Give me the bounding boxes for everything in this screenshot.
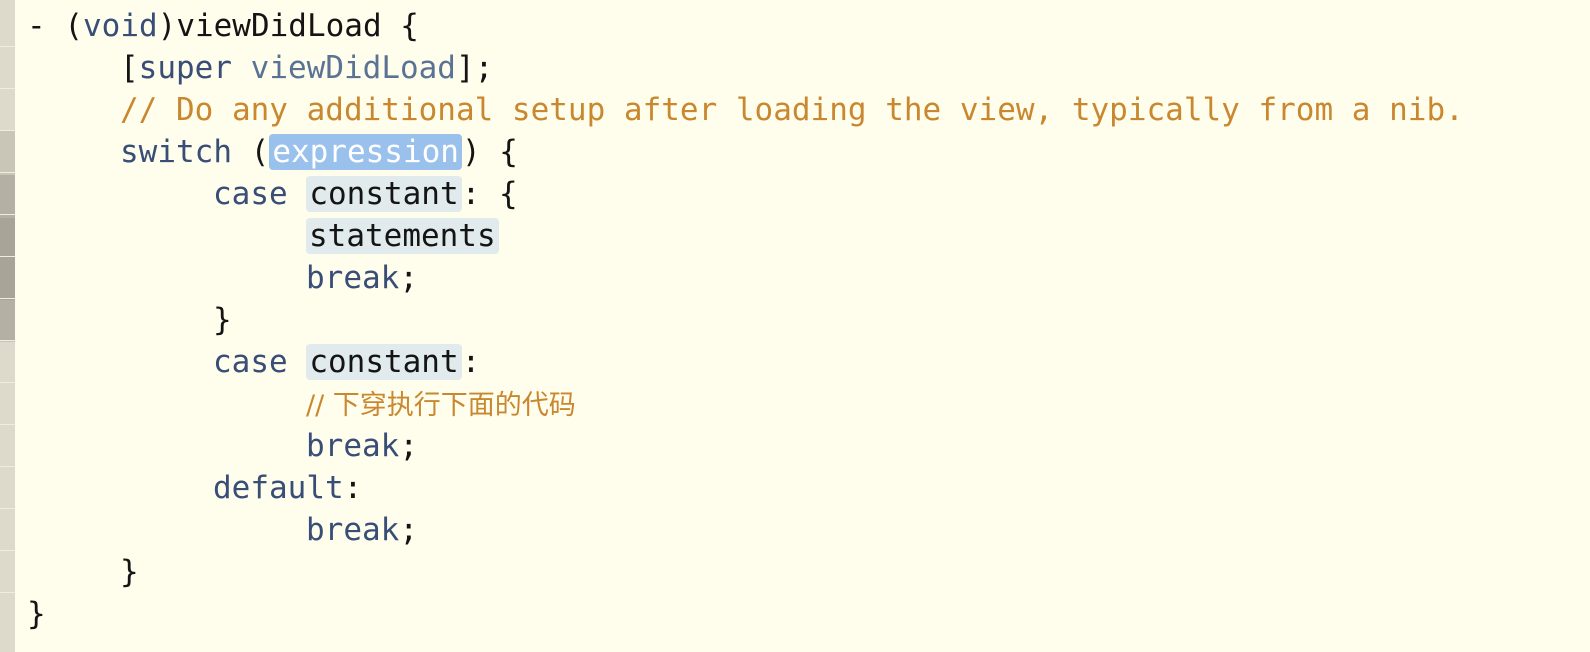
code-line-statements[interactable]: statements [27,215,1590,257]
gutter-line-divider [0,466,15,467]
placeholder-expression-selected[interactable]: expression [269,134,462,170]
break-keyword: break [306,428,400,464]
gutter-line-divider [0,298,15,299]
comment-text: // Do any additional setup after loading… [120,92,1464,128]
code-line-switch-close[interactable]: } [27,551,1590,593]
case-keyword: case [213,344,288,380]
default-keyword: default [213,470,344,506]
case-colon: : [461,344,481,380]
gutter-line-divider [0,214,15,215]
editor-gutter[interactable] [0,0,15,652]
semicolon: ; [399,428,418,464]
method-dash: - ( [27,8,83,44]
gutter-line-divider [0,550,15,551]
code-line-case-2[interactable]: case constant: [27,341,1590,383]
colon: : [343,470,363,506]
code-line-fallthrough-comment[interactable]: // 下穿执行下面的代码 [27,383,1590,425]
break-keyword: break [306,260,400,296]
code-text-area[interactable]: - (void)viewDidLoad { [super viewDidLoad… [27,5,1590,652]
gutter-line-divider [0,340,15,341]
code-editor-window: { "editor": { "theme": { "background": "… [0,0,1590,652]
comment-text: // 下穿执行下面的代码 [306,390,576,421]
code-line-case-1[interactable]: case constant: { [27,173,1590,215]
gutter-line-divider [0,424,15,425]
gutter-line-divider [0,88,15,89]
code-line-break-3[interactable]: break; [27,509,1590,551]
code-fold-ribbon-case-body[interactable] [0,218,15,300]
closing-brace: } [120,554,139,590]
gutter-line-divider [0,508,15,509]
case-colon-brace: : { [461,176,518,212]
paren-close: ) { [461,134,518,170]
code-line-switch[interactable]: switch (expression) { [27,131,1590,173]
gutter-line-divider [0,382,15,383]
gutter-line-divider [0,592,15,593]
case-keyword: case [213,176,288,212]
closing-brace: } [27,596,46,632]
method-call-viewdidload: viewDidLoad [250,50,456,86]
gutter-line-divider [0,46,15,47]
semicolon: ; [399,512,418,548]
placeholder-statements[interactable]: statements [306,218,499,254]
gutter-line-divider [0,256,15,257]
paren-open: ( [231,134,270,170]
code-line-method-close[interactable]: } [27,593,1590,635]
code-line-super-call[interactable]: [super viewDidLoad]; [27,47,1590,89]
code-line-comment[interactable]: // Do any additional setup after loading… [27,89,1590,131]
semicolon: ; [399,260,418,296]
super-keyword: super [138,50,232,86]
gutter-line-divider [0,130,15,131]
switch-keyword: switch [120,134,232,170]
code-line-break-1[interactable]: break; [27,257,1590,299]
code-line-default[interactable]: default: [27,467,1590,509]
bracket-close: ]; [455,50,494,86]
break-keyword: break [306,512,400,548]
placeholder-constant[interactable]: constant [306,176,462,212]
closing-brace: } [213,302,232,338]
bracket-open: [ [120,50,139,86]
code-line-break-2[interactable]: break; [27,425,1590,467]
gutter-line-divider [0,172,15,173]
placeholder-constant[interactable]: constant [306,344,462,380]
method-name-text: )viewDidLoad { [157,8,419,44]
void-keyword: void [83,8,158,44]
code-line-case-close[interactable]: } [27,299,1590,341]
code-line-method-signature[interactable]: - (void)viewDidLoad { [27,5,1590,47]
